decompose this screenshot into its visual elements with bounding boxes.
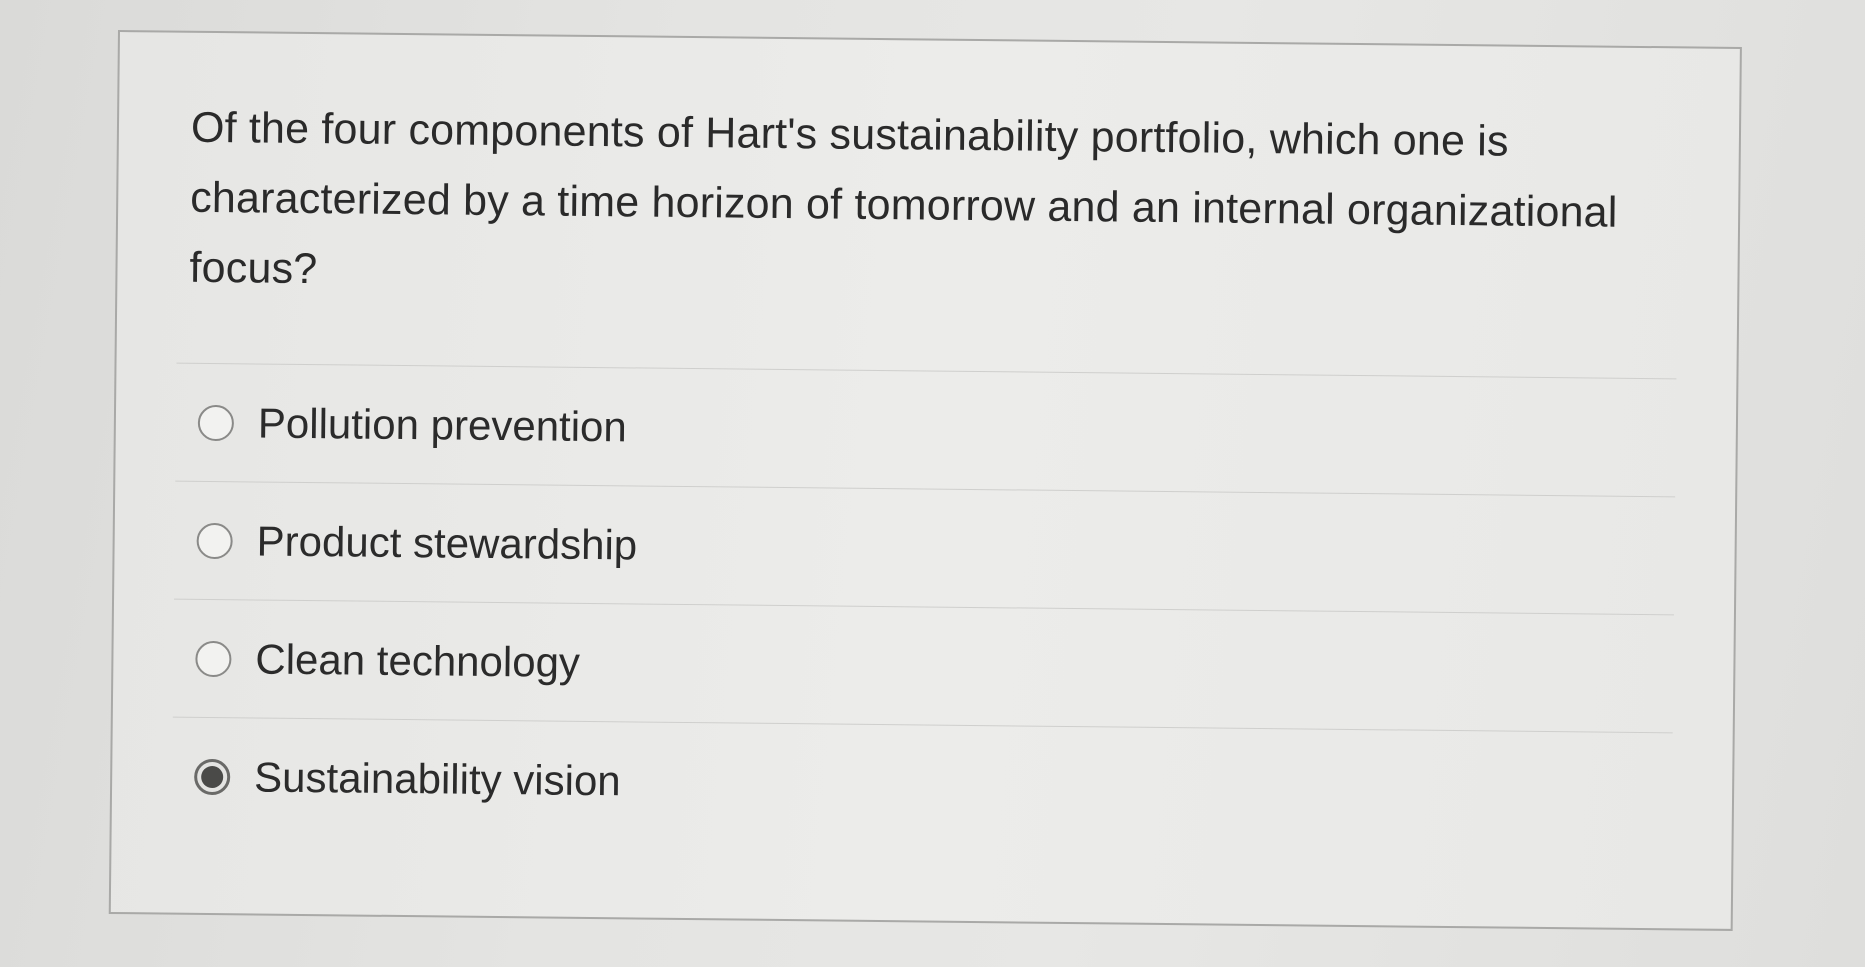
question-card: Of the four components of Hart's sustain… [108,30,1742,931]
screen-background: Of the four components of Hart's sustain… [0,0,1865,967]
radio-button-unchecked-icon[interactable] [195,640,232,677]
option-product-stewardship[interactable]: Product stewardship [174,480,1676,615]
answer-options: Pollution prevention Product stewardship… [171,362,1677,851]
radio-button-unchecked-icon[interactable] [197,404,235,441]
option-pollution-prevention[interactable]: Pollution prevention [175,362,1677,497]
option-label: Product stewardship [256,516,638,568]
option-label: Clean technology [255,634,581,686]
option-clean-technology[interactable]: Clean technology [172,598,1674,733]
option-sustainability-vision[interactable]: Sustainability vision [171,716,1673,851]
option-label: Sustainability vision [253,752,621,804]
question-text: Of the four components of Hart's sustain… [189,103,1618,294]
option-label: Pollution prevention [257,398,628,450]
radio-button-checked-icon[interactable] [194,758,231,795]
radio-button-unchecked-icon[interactable] [196,522,233,559]
